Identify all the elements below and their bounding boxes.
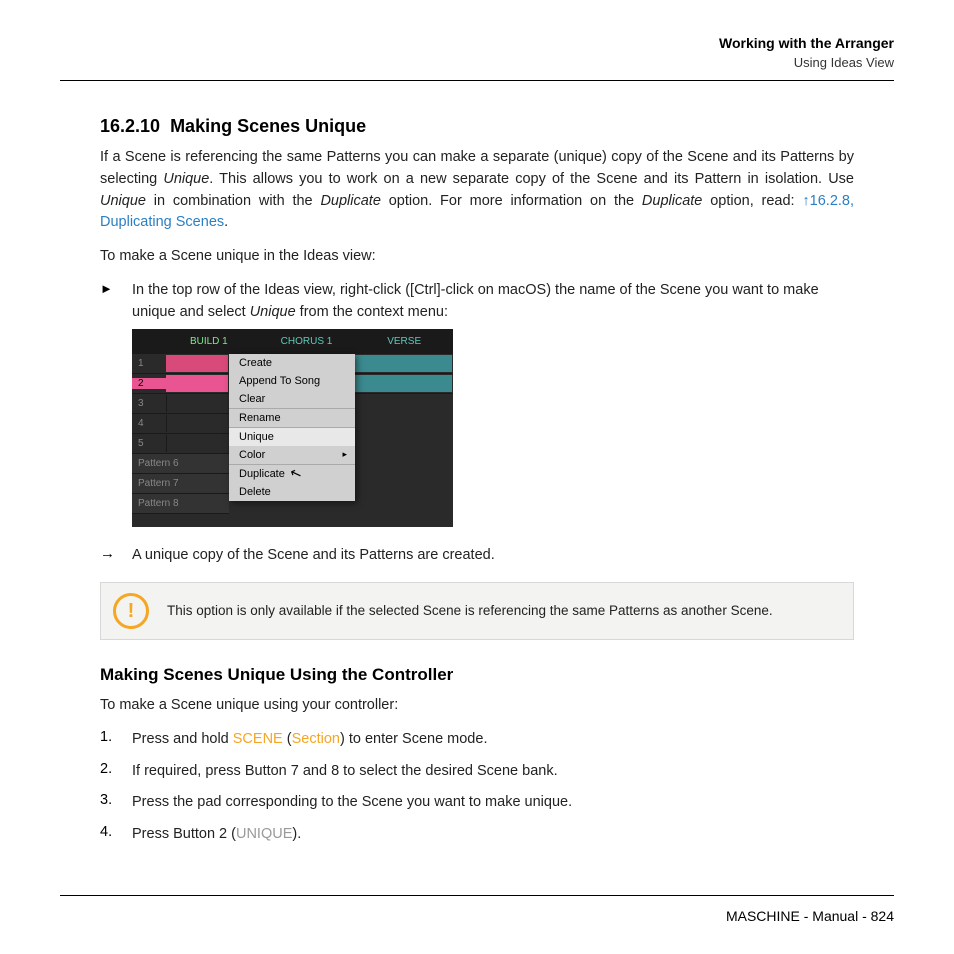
step-text: In the top row of the Ideas view, right-… [132, 280, 854, 324]
section-title: Making Scenes Unique [170, 116, 366, 136]
info-icon: ! [113, 593, 149, 629]
screenshot-figure: BUILD 1 CHORUS 1 VERSE 1 2 3 4 5 Pattern… [132, 329, 453, 527]
figure-left-column: 1 2 3 4 5 Pattern 6 Pattern 7 Pattern 8 [132, 354, 229, 527]
section-heading: 16.2.10 Making Scenes Unique [100, 116, 854, 137]
tab-chorus: CHORUS 1 [258, 329, 356, 354]
menu-item-rename: Rename [229, 409, 355, 428]
procedure-intro: To make a Scene unique in the Ideas view… [100, 246, 854, 268]
intro-paragraph: If a Scene is referencing the same Patte… [100, 147, 854, 234]
list-item-3: 3. Press the pad corresponding to the Sc… [100, 792, 854, 814]
menu-item-create: Create [229, 354, 355, 372]
list-item-1: 1. Press and hold SCENE (Section) to ent… [100, 729, 854, 751]
tab-verse: VERSE [355, 329, 453, 354]
menu-item-clear: Clear [229, 390, 355, 409]
subsection-heading: Making Scenes Unique Using the Controlle… [100, 665, 854, 685]
header-section: Using Ideas View [60, 55, 894, 70]
result-arrow-icon [100, 545, 132, 562]
info-text: This option is only available if the sel… [167, 601, 837, 621]
menu-item-color: Color [229, 446, 355, 465]
header-chapter: Working with the Arranger [60, 35, 894, 51]
result-text: A unique copy of the Scene and its Patte… [132, 545, 854, 567]
menu-item-unique: Unique [229, 428, 355, 446]
tab-build: BUILD 1 [160, 329, 258, 354]
figure-tab-bar: BUILD 1 CHORUS 1 VERSE [132, 329, 453, 354]
page-header: Working with the Arranger Using Ideas Vi… [60, 35, 894, 81]
list-item-2: 2. If required, press Button 7 and 8 to … [100, 761, 854, 783]
section-number: 16.2.10 [100, 116, 160, 136]
info-callout: ! This option is only available if the s… [100, 582, 854, 640]
procedure-step: In the top row of the Ideas view, right-… [100, 280, 854, 324]
menu-item-delete: Delete [229, 483, 355, 501]
unique-button-label: UNIQUE [236, 826, 292, 842]
procedure-intro-2: To make a Scene unique using your contro… [100, 695, 854, 717]
section-button-label: Section [292, 731, 340, 747]
result-step: A unique copy of the Scene and its Patte… [100, 545, 854, 567]
menu-item-append: Append To Song [229, 372, 355, 390]
list-item-4: 4. Press Button 2 (UNIQUE). [100, 824, 854, 846]
scene-button-label: SCENE [233, 731, 283, 747]
page-footer: MASCHINE - Manual - 824 [60, 895, 894, 924]
step-bullet-icon [100, 280, 132, 297]
